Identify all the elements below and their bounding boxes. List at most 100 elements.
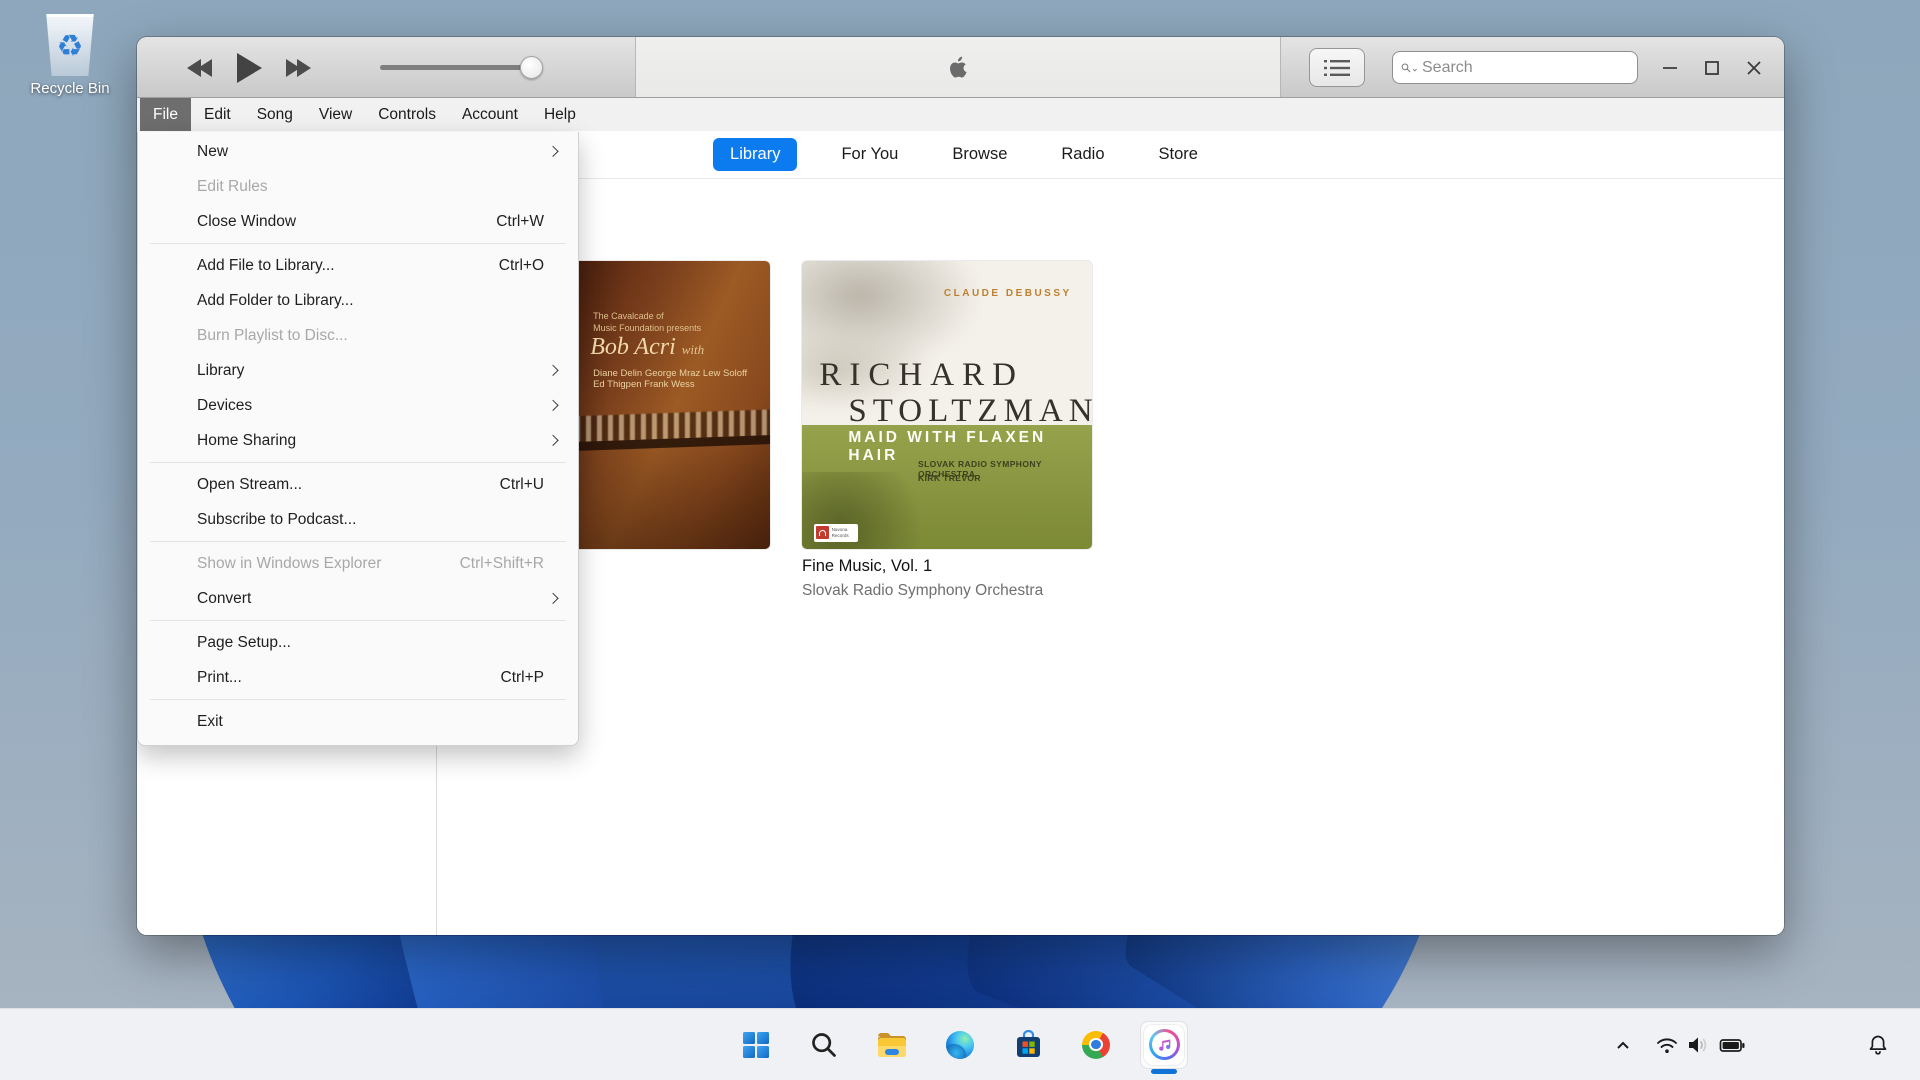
- album-title[interactable]: Fine Music, Vol. 1: [802, 557, 1043, 576]
- menu-separator: [150, 243, 566, 244]
- menu-song[interactable]: Song: [244, 98, 306, 131]
- tray-chevron-up-button[interactable]: [1609, 1031, 1637, 1059]
- submenu-chevron-icon: [547, 434, 558, 445]
- taskbar: [0, 1008, 1920, 1080]
- desktop-background: ♻ Recycle Bin: [0, 0, 1920, 1080]
- file-menu-dropdown: New Edit Rules Close Window Ctrl+W Add F…: [137, 132, 579, 746]
- up-next-list-button[interactable]: [1309, 48, 1365, 87]
- menu-item-label: Subscribe to Podcast...: [197, 511, 356, 529]
- menu-item-label: Add File to Library...: [197, 257, 335, 275]
- volume-slider-knob[interactable]: [520, 56, 543, 79]
- microsoft-store-button[interactable]: [1005, 1022, 1051, 1068]
- menu-item-page-setup[interactable]: Page Setup...: [138, 625, 578, 660]
- maximize-button[interactable]: [1696, 52, 1728, 84]
- menu-item-new[interactable]: New: [138, 134, 578, 169]
- recycle-bin-label: Recycle Bin: [12, 80, 128, 97]
- menu-view[interactable]: View: [306, 98, 365, 131]
- volume-tray-button[interactable]: [1683, 1030, 1715, 1060]
- search-icon: [810, 1031, 838, 1059]
- file-explorer-icon: [877, 1032, 907, 1058]
- menu-item-subscribe-to-podcast[interactable]: Subscribe to Podcast...: [138, 502, 578, 537]
- chrome-ring: [1089, 1038, 1103, 1052]
- menu-item-label: Burn Playlist to Disc...: [197, 327, 348, 345]
- menu-edit[interactable]: Edit: [191, 98, 244, 131]
- menu-separator: [150, 620, 566, 621]
- menu-controls[interactable]: Controls: [365, 98, 449, 131]
- chrome-core: [1091, 1040, 1101, 1050]
- fast-forward-icon: [283, 58, 313, 78]
- wifi-button[interactable]: [1651, 1030, 1683, 1060]
- tab-library[interactable]: Library: [713, 138, 797, 171]
- active-app-indicator: [1151, 1069, 1177, 1074]
- volume-slider[interactable]: [380, 65, 532, 70]
- taskbar-search-button[interactable]: [801, 1022, 847, 1068]
- album-musicians-text: Diane Delin George Mraz Lew Soloff Ed Th…: [593, 368, 761, 390]
- edge-button[interactable]: [937, 1022, 983, 1068]
- notification-bell-button[interactable]: [1862, 1029, 1894, 1061]
- menu-item-edit-rules: Edit Rules: [138, 169, 578, 204]
- play-button[interactable]: [235, 52, 263, 84]
- minimize-button[interactable]: [1654, 52, 1686, 84]
- menu-item-label: Edit Rules: [197, 178, 268, 196]
- submenu-chevron-icon: [547, 399, 558, 410]
- menu-item-label: Add Folder to Library...: [197, 292, 354, 310]
- menu-item-add-folder-to-library[interactable]: Add Folder to Library...: [138, 283, 578, 318]
- file-explorer-button[interactable]: [869, 1022, 915, 1068]
- menu-item-devices[interactable]: Devices: [138, 388, 578, 423]
- record-label-logo: Navona Records: [814, 524, 858, 542]
- wifi-icon: [1655, 1034, 1679, 1056]
- start-button[interactable]: [733, 1022, 779, 1068]
- menu-item-shortcut: Ctrl+W: [496, 213, 544, 231]
- tab-store[interactable]: Store: [1149, 138, 1208, 171]
- battery-button[interactable]: [1715, 1030, 1750, 1060]
- window-controls: [1654, 37, 1770, 98]
- close-button[interactable]: [1738, 52, 1770, 84]
- itunes-icon: [1144, 1025, 1184, 1065]
- menu-item-convert[interactable]: Convert: [138, 581, 578, 616]
- record-label-line2: Records: [832, 533, 849, 538]
- tab-browse[interactable]: Browse: [942, 138, 1017, 171]
- menu-item-exit[interactable]: Exit: [138, 704, 578, 739]
- album-cover-fine-music[interactable]: CLAUDE DEBUSSY RICHARD STOLTZMAN MAID WI…: [802, 261, 1092, 549]
- menu-separator: [150, 699, 566, 700]
- menu-item-add-file-to-library[interactable]: Add File to Library... Ctrl+O: [138, 248, 578, 283]
- menu-item-print[interactable]: Print... Ctrl+P: [138, 660, 578, 695]
- album-olive-band: MAID WITH FLAXEN HAIR SLOVAK RADIO SYMPH…: [802, 425, 1092, 549]
- rewind-icon: [185, 58, 215, 78]
- itunes-button[interactable]: [1141, 1022, 1187, 1068]
- recycle-bin-shortcut[interactable]: ♻ Recycle Bin: [12, 14, 128, 97]
- fast-forward-button[interactable]: [283, 58, 313, 78]
- itunes-toolbar: [137, 37, 1784, 98]
- microsoft-store-icon: [1015, 1030, 1042, 1059]
- menu-item-open-stream[interactable]: Open Stream... Ctrl+U: [138, 467, 578, 502]
- menu-bar: File Edit Song View Controls Account Hel…: [137, 98, 1784, 131]
- menu-item-close-window[interactable]: Close Window Ctrl+W: [138, 204, 578, 239]
- album-artist[interactable]: Slovak Radio Symphony Orchestra: [802, 582, 1043, 600]
- chrome-button[interactable]: [1073, 1022, 1119, 1068]
- edge-icon: [946, 1031, 974, 1059]
- search-box[interactable]: [1392, 51, 1638, 84]
- menu-file[interactable]: File: [140, 98, 191, 131]
- menu-help[interactable]: Help: [531, 98, 589, 131]
- menu-item-label: Print...: [197, 669, 242, 687]
- tab-for-you[interactable]: For You: [831, 138, 908, 171]
- numbered-list-icon: [1324, 58, 1350, 78]
- search-icon: [1401, 59, 1411, 77]
- play-icon: [235, 52, 263, 84]
- album-caption: Fine Music, Vol. 1 Slovak Radio Symphony…: [802, 557, 1043, 600]
- menu-item-home-sharing[interactable]: Home Sharing: [138, 423, 578, 458]
- menu-item-show-in-explorer: Show in Windows Explorer Ctrl+Shift+R: [138, 546, 578, 581]
- menu-item-label: Close Window: [197, 213, 296, 231]
- menu-item-burn-playlist: Burn Playlist to Disc...: [138, 318, 578, 353]
- rewind-button[interactable]: [185, 58, 215, 78]
- menu-item-label: Exit: [197, 713, 223, 731]
- itunes-window: File Edit Song View Controls Account Hel…: [137, 37, 1784, 935]
- minimize-icon: [1661, 59, 1679, 77]
- menu-item-library[interactable]: Library: [138, 353, 578, 388]
- tab-radio[interactable]: Radio: [1051, 138, 1114, 171]
- navona-logo-icon: [816, 526, 829, 539]
- presenter-line2: Music Foundation presents: [593, 322, 701, 334]
- search-input[interactable]: [1422, 59, 1629, 77]
- menu-account[interactable]: Account: [449, 98, 531, 131]
- music-note-icon: [1157, 1037, 1172, 1052]
